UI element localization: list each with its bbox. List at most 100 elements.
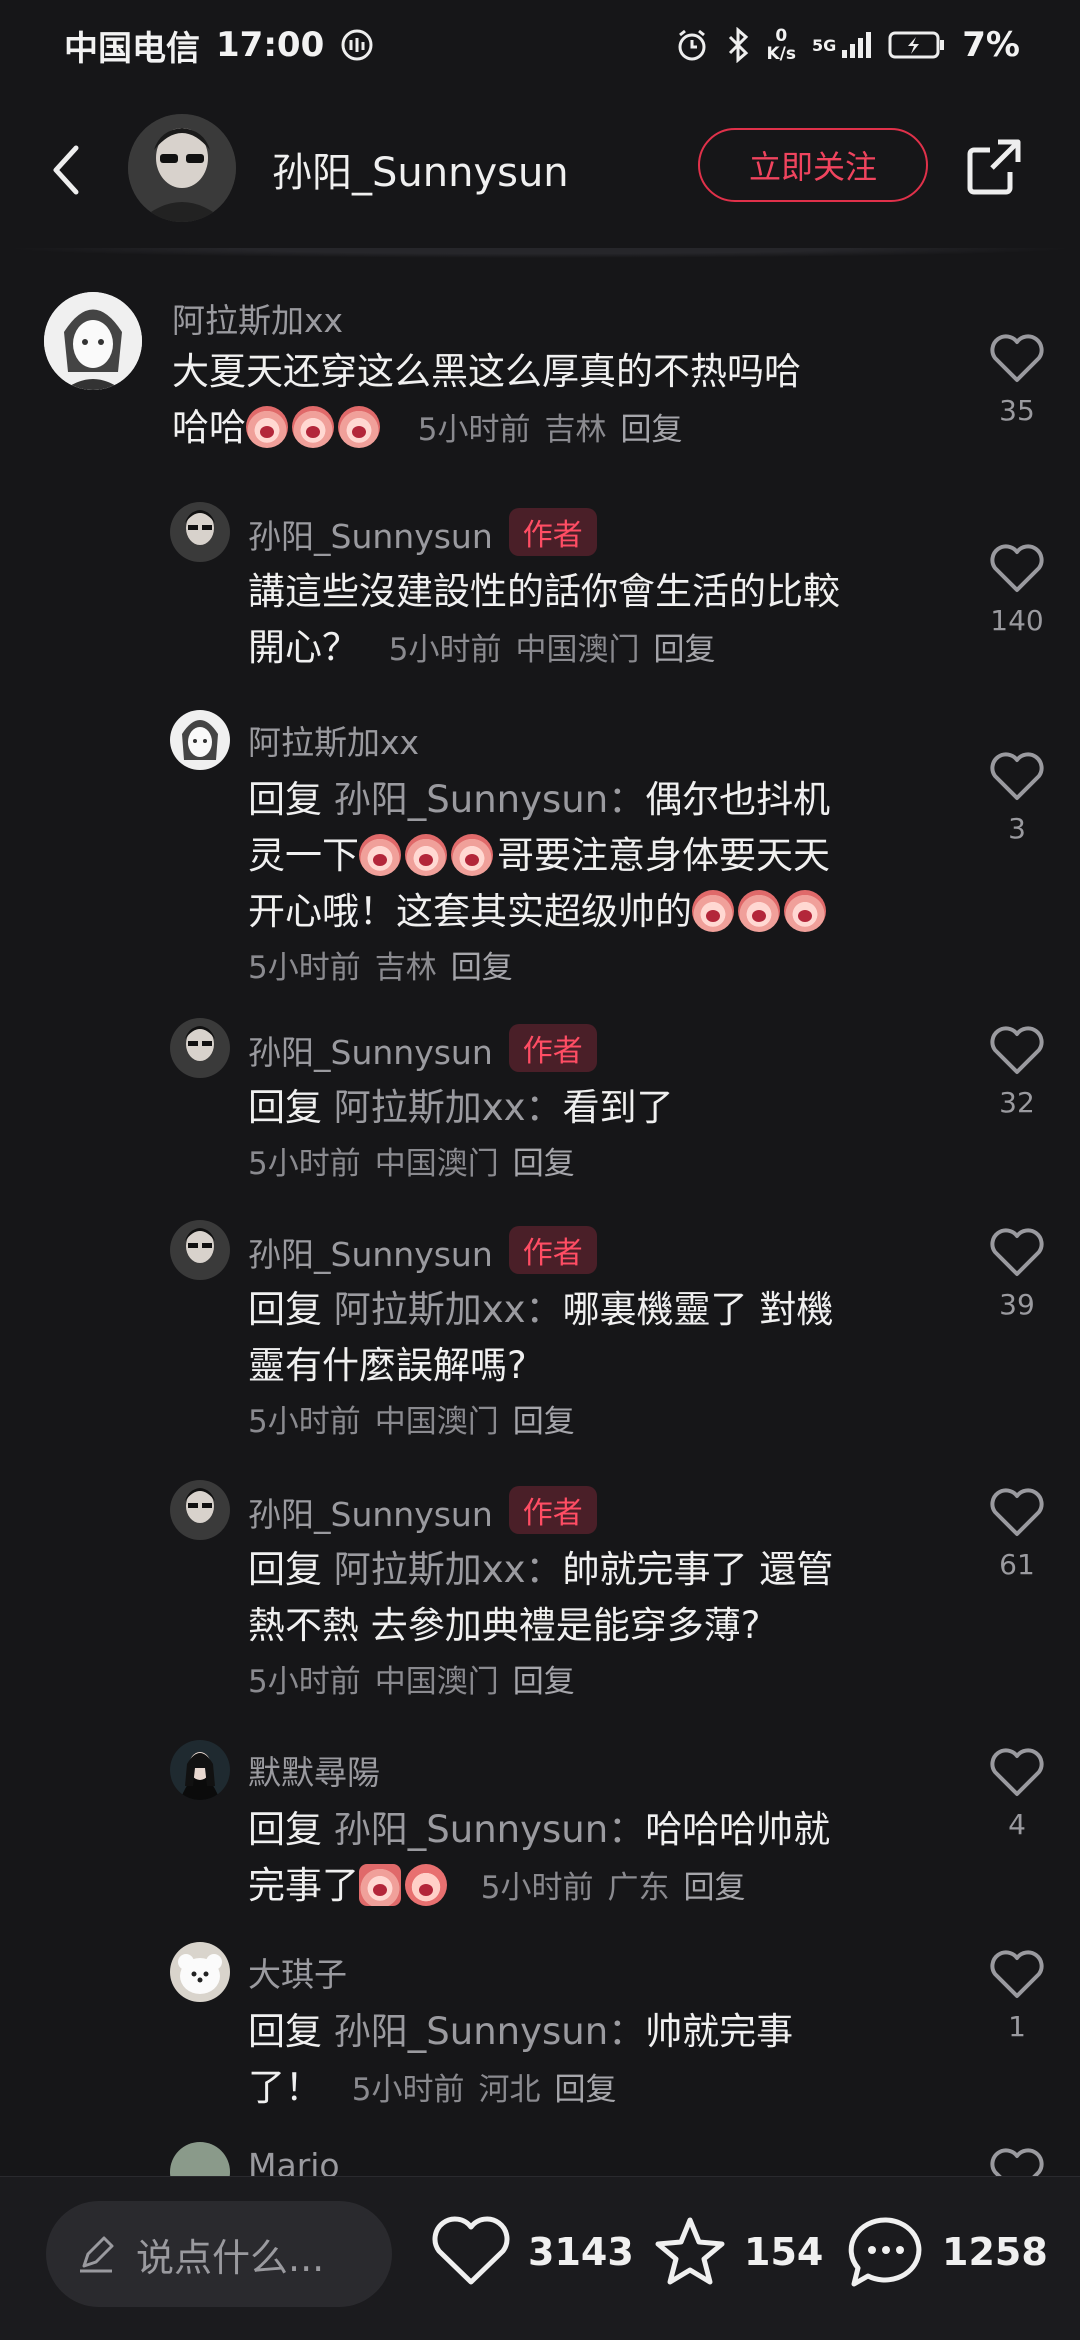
comment-time: 5小时前	[248, 1146, 361, 1182]
reply-item[interactable]: 孙阳_Sunnysun 作者 講這些沒建設性的話你會生活的比較 開心？ 5小时前中…	[0, 502, 1080, 669]
comment-location: 中国澳门	[374, 1664, 499, 1700]
reply-button[interactable]: 回复	[684, 1870, 746, 1906]
avatar[interactable]	[170, 710, 230, 770]
reply-target[interactable]: 孙阳_Sunnysun：	[334, 2010, 645, 2053]
like-button[interactable]	[982, 2148, 1052, 2176]
avatar[interactable]	[44, 292, 142, 390]
like-button[interactable]: 3	[982, 752, 1052, 845]
comment-line-text: 哈哈	[172, 406, 246, 449]
comment-username[interactable]: 默默尋陽	[248, 1746, 380, 1794]
like-count: 1	[1008, 2010, 1026, 2043]
laughing-emoji-icon	[405, 834, 447, 876]
reply-button[interactable]: 回复	[654, 632, 716, 668]
like-count: 35	[999, 394, 1035, 427]
reply-item[interactable]: 阿拉斯加xx 回复 孙阳_Sunnysun：偶尔也抖机 灵一下 哥要注意身体要天天…	[0, 710, 1080, 986]
reply-username[interactable]: 孙阳_Sunnysun	[248, 1235, 493, 1274]
comment-list[interactable]: 阿拉斯加xx 大夏天还穿这么黑这么厚真的不热吗哈 哈哈 5小时前 吉林 回复 35	[0, 262, 1080, 2176]
comment-line: 開心？ 5小时前 中国澳门 回复	[248, 620, 928, 678]
comment-meta: 5小时前 吉林 回复	[248, 940, 928, 996]
reply-prefix: 回复	[248, 1086, 322, 1129]
avatar[interactable]	[170, 1220, 230, 1280]
laughing-emoji-icon	[359, 834, 401, 876]
like-button[interactable]: 35	[982, 334, 1052, 427]
comment-line-text: 哪裏機靈了 對機	[562, 1288, 834, 1331]
favorite-button[interactable]: 154	[652, 2207, 823, 2297]
reply-item[interactable]: Mario	[0, 2142, 1080, 2176]
author-badge: 作者	[508, 1226, 597, 1274]
comment-meta: 5小时前 中国澳门 回复	[248, 1654, 928, 1710]
avatar[interactable]	[170, 502, 230, 562]
comment-line: 回复 阿拉斯加xx：看到了	[248, 1080, 928, 1136]
comment-text: 講這些沒建設性的話你會生活的比較 開心？ 5小时前 中国澳门 回复	[248, 564, 928, 678]
comment-text: 大夏天还穿这么黑这么厚真的不热吗哈 哈哈 5小时前 吉林 回复	[172, 344, 912, 458]
comment-username[interactable]: 大琪子	[248, 1948, 347, 1996]
comment-username[interactable]: 阿拉斯加xx	[248, 716, 419, 764]
avatar[interactable]	[170, 1740, 230, 1800]
comment-line: 回复 阿拉斯加xx：帥就完事了 還管	[248, 1542, 928, 1598]
bluetooth-icon	[726, 27, 750, 63]
reply-button[interactable]: 回复	[621, 412, 683, 448]
reply-target[interactable]: 阿拉斯加xx：	[334, 1086, 563, 1129]
comment-time: 5小时前	[388, 632, 502, 668]
reply-target[interactable]: 孙阳_Sunnysun：	[334, 1808, 645, 1851]
laughing-emoji-icon	[451, 834, 493, 876]
reply-item[interactable]: 默默尋陽 回复 孙阳_Sunnysun：哈哈哈帅就 完事了 5小时前 广东 回复 4	[0, 1740, 1080, 1907]
avatar[interactable]	[170, 1018, 230, 1078]
comment-text: 回复 阿拉斯加xx：看到了 5小时前 中国澳门 回复	[248, 1080, 928, 1192]
pencil-icon	[80, 2236, 114, 2273]
comment-location: 中国澳门	[374, 1404, 499, 1440]
comment-line-text: 哈哈哈帅就	[645, 1808, 831, 1851]
reply-username[interactable]: 孙阳_Sunnysun	[248, 1495, 493, 1534]
comment-item[interactable]: 阿拉斯加xx 大夏天还穿这么黑这么厚真的不热吗哈 哈哈 5小时前 吉林 回复 35	[0, 292, 1080, 449]
follow-button[interactable]: 立即关注	[698, 128, 928, 202]
comment-location: 中国澳门	[515, 632, 640, 668]
comment-input[interactable]: 说点什么...	[46, 2201, 392, 2307]
avatar[interactable]	[170, 2142, 230, 2176]
reply-username[interactable]: 孙阳_Sunnysun	[248, 517, 493, 556]
favorite-count: 154	[744, 2230, 824, 2274]
reply-button[interactable]: 回复	[513, 1404, 575, 1440]
reply-button[interactable]: 回复	[513, 1664, 575, 1700]
like-button[interactable]: 39	[982, 1228, 1052, 1321]
heart-icon	[990, 1748, 1044, 1796]
comment-username: 孙阳_Sunnysun 作者	[248, 1024, 597, 1074]
reply-item[interactable]: 孙阳_Sunnysun 作者 回复 阿拉斯加xx：哪裏機靈了 對機 靈有什麼誤解嗎…	[0, 1220, 1080, 1440]
reply-username[interactable]: 孙阳_Sunnysun	[248, 1033, 493, 1072]
avatar[interactable]	[170, 1480, 230, 1540]
comment-username[interactable]: 阿拉斯加xx	[172, 294, 343, 342]
reply-item[interactable]: 孙阳_Sunnysun 作者 回复 阿拉斯加xx：帥就完事了 還管 熱不熱 去參加…	[0, 1480, 1080, 1700]
comment-line: 灵一下 哥要注意身体要天天	[248, 828, 928, 884]
share-button[interactable]	[962, 134, 1026, 198]
author-avatar[interactable]	[128, 114, 236, 222]
reply-button[interactable]: 回复	[451, 950, 513, 986]
signal-icon: 5G	[812, 30, 872, 60]
reply-item[interactable]: 孙阳_Sunnysun 作者 回复 阿拉斯加xx：看到了 5小时前 中国澳门 回复 3…	[0, 1018, 1080, 1182]
back-button[interactable]	[36, 138, 96, 202]
reply-target[interactable]: 孙阳_Sunnysun：	[334, 778, 645, 821]
like-button[interactable]: 1	[982, 1950, 1052, 2043]
comment-username[interactable]: Mario	[248, 2146, 340, 2176]
comment-line: 回复 孙阳_Sunnysun：偶尔也抖机	[248, 772, 928, 828]
reply-button[interactable]: 回复	[555, 2072, 617, 2108]
comment-location: 中国澳门	[374, 1146, 499, 1182]
heart-icon	[990, 2148, 1044, 2176]
heart-icon	[990, 544, 1044, 592]
like-button[interactable]: 140	[982, 544, 1052, 637]
like-button[interactable]: 32	[982, 1026, 1052, 1119]
reply-target[interactable]: 阿拉斯加xx：	[334, 1548, 563, 1591]
like-button[interactable]: 61	[982, 1488, 1052, 1581]
avatar[interactable]	[170, 1942, 230, 2002]
header-shadow	[0, 248, 1080, 258]
reply-item[interactable]: 大琪子 回复 孙阳_Sunnysun：帅就完事 了！ 5小时前 河北 回复 1	[0, 1942, 1080, 2109]
heart-icon	[990, 1488, 1044, 1536]
comment-meta: 5小时前 中国澳门 回复	[248, 1136, 928, 1192]
like-button[interactable]: 4	[982, 1748, 1052, 1841]
comment-time: 5小时前	[248, 950, 361, 986]
comment-line-text: 灵一下	[248, 834, 359, 877]
comments-button[interactable]: 1258	[846, 2207, 1048, 2297]
profile-header: 孙阳_Sunnysun 立即关注	[0, 100, 1080, 240]
author-username[interactable]: 孙阳_Sunnysun	[272, 140, 569, 198]
reply-target[interactable]: 阿拉斯加xx：	[334, 1288, 563, 1331]
like-post-button[interactable]: 3143	[430, 2207, 634, 2297]
reply-button[interactable]: 回复	[513, 1146, 575, 1182]
